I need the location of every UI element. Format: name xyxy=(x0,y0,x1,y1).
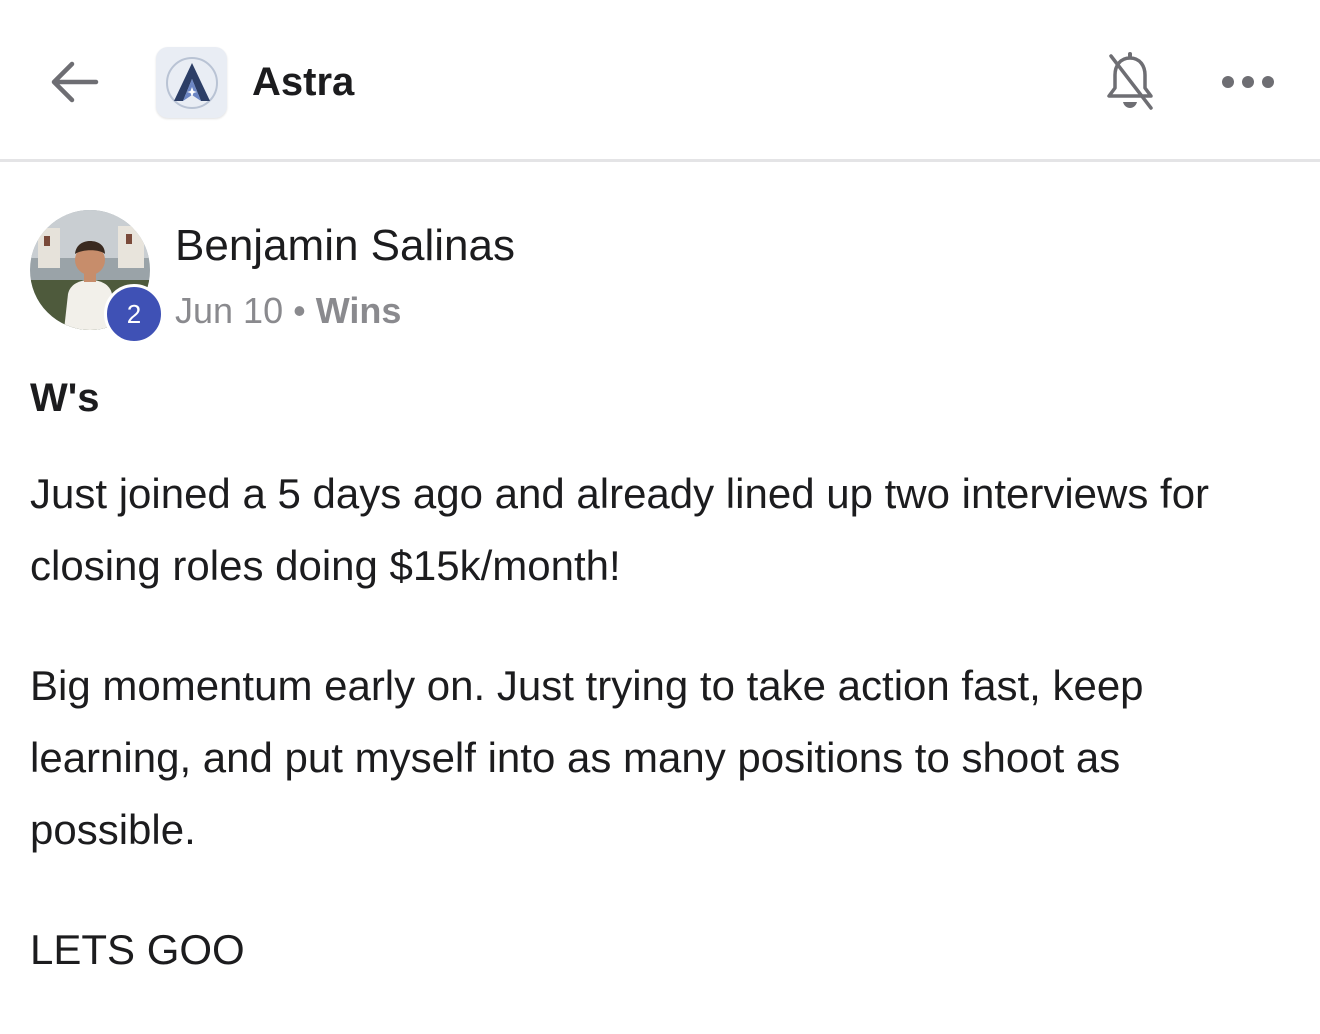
meta-separator: • xyxy=(293,290,306,331)
post-paragraph: LETS GOO xyxy=(30,926,245,973)
top-app-bar: Astra xyxy=(0,0,1320,162)
more-options-button[interactable] xyxy=(1216,62,1280,102)
more-horizontal-icon xyxy=(1222,76,1274,88)
post-meta: Jun 10 • Wins xyxy=(175,288,401,334)
astra-logo-icon xyxy=(165,56,218,109)
group-logo[interactable] xyxy=(156,47,227,118)
mute-notifications-button[interactable] xyxy=(1100,48,1160,114)
post-body: Just joined a 5 days ago and already lin… xyxy=(30,458,1290,1034)
post-date: Jun 10 xyxy=(175,290,284,331)
post-paragraph: Just joined a 5 days ago and already lin… xyxy=(30,470,1210,589)
author-name[interactable]: Benjamin Salinas xyxy=(175,218,515,274)
app-title: Astra xyxy=(252,60,355,104)
post-category[interactable]: Wins xyxy=(316,290,402,331)
post-paragraph: Big momentum early on. Just trying to ta… xyxy=(30,662,1144,853)
back-button[interactable] xyxy=(46,56,102,108)
level-badge: 2 xyxy=(104,284,164,344)
bell-muted-icon xyxy=(1107,52,1153,110)
post-title: W's xyxy=(30,376,100,420)
arrow-left-icon xyxy=(51,61,99,103)
